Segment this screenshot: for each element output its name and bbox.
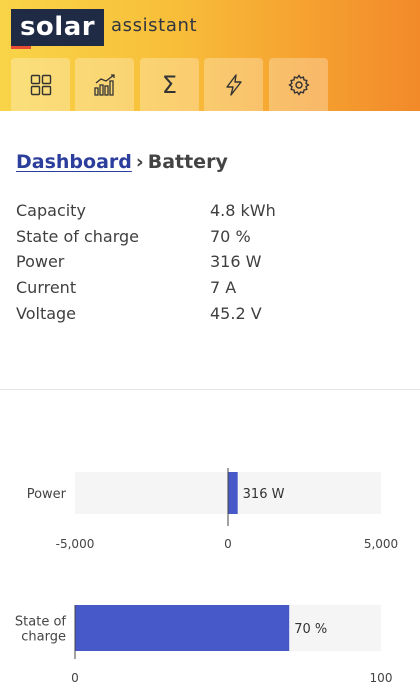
power-bolt-icon [225,73,242,96]
breadcrumb-separator: › [135,151,144,173]
stat-label: Power [16,252,65,271]
breadcrumb-dashboard-link[interactable]: Dashboard [16,151,132,173]
power-chart: 316 W Power -5,000 0 5,000 [0,455,420,555]
tick-label: 100 [370,671,393,685]
breadcrumb-current: Battery [147,151,228,173]
logo[interactable]: solar [11,9,104,46]
logo-accent [11,46,31,49]
bar [75,605,290,651]
bar-data-label: 70 % [294,622,327,637]
bar [228,472,238,514]
stat-label: Voltage [16,304,77,323]
stat-row-state-of-charge: State of charge 70 % [16,227,396,253]
nav-charts-button[interactable] [75,58,134,111]
nav-settings-button[interactable] [269,58,328,111]
app-header: solar assistant Σ [0,0,420,111]
stat-value: 316 W [210,252,262,271]
tick-label: 0 [224,537,232,551]
stat-row-current: Current 7 A [16,278,396,304]
logo-suffix: assistant [111,15,198,36]
tick-label: -5,000 [56,537,95,551]
stat-value: 4.8 kWh [210,201,276,220]
power-chart-svg: 316 W Power -5,000 0 5,000 [27,468,398,551]
stat-row-voltage: Voltage 45.2 V [16,304,396,330]
dashboard-grid-icon [30,74,51,95]
category-label: Power [27,487,67,502]
stat-row-capacity: Capacity 4.8 kWh [16,201,396,227]
category-label: State of [15,615,66,630]
bar-data-label: 316 W [243,487,285,502]
charts-icon [93,73,115,96]
stat-row-power: Power 316 W [16,252,396,278]
stat-label: Current [16,278,77,297]
nav-power-button[interactable] [204,58,263,111]
totals-sigma-icon: Σ [161,70,178,99]
tick-label: 0 [71,671,79,685]
stat-value: 45.2 V [210,304,262,323]
breadcrumb: Dashboard › Battery [16,151,228,173]
soc-chart: 70 % State of charge 0 100 [0,585,420,690]
stat-value: 7 A [210,278,237,297]
nav-dashboard-button[interactable] [11,58,70,111]
settings-gear-icon [287,73,310,96]
nav-totals-button[interactable]: Σ [140,58,199,111]
section-divider [0,389,420,390]
stat-label: Capacity [16,201,86,220]
stat-label: State of charge [16,227,139,246]
category-label: charge [21,630,66,645]
soc-chart-svg: 70 % State ofcharge 0 100 [15,605,393,685]
stat-value: 70 % [210,227,251,246]
tick-label: 5,000 [364,537,398,551]
